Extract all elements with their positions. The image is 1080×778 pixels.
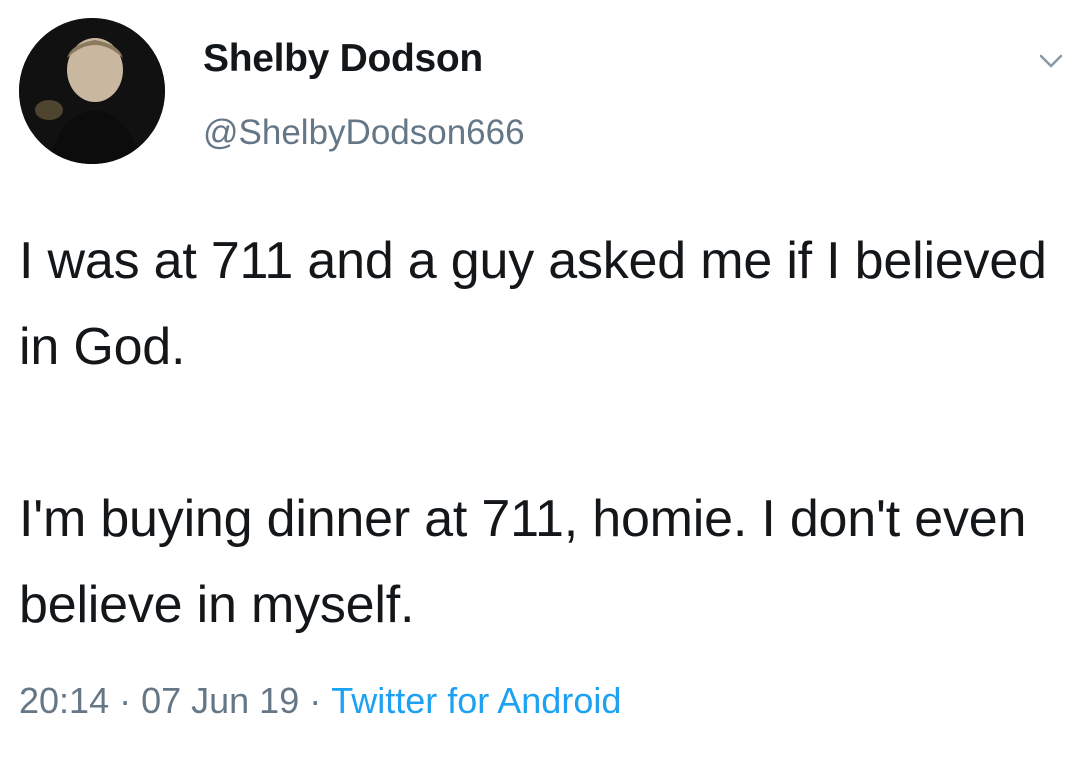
tweet-paragraph: I was at 711 and a guy asked me if I bel… bbox=[19, 232, 1047, 376]
tweet-time[interactable]: 20:14 bbox=[19, 680, 109, 721]
tweet-source-link[interactable]: Twitter for Android bbox=[331, 680, 621, 721]
tweet-meta: 20:14 · 07 Jun 19 · Twitter for Android bbox=[19, 680, 621, 722]
tweet-paragraph: I'm buying dinner at 711, homie. I don't… bbox=[19, 490, 1027, 634]
tweet-card: Shelby Dodson @ShelbyDodson666 I was at … bbox=[0, 0, 1080, 778]
avatar-image bbox=[19, 18, 165, 164]
tweet-text: I was at 711 and a guy asked me if I bel… bbox=[19, 218, 1069, 648]
avatar[interactable] bbox=[19, 18, 165, 164]
meta-separator: · bbox=[119, 680, 132, 721]
author-handle[interactable]: @ShelbyDodson666 bbox=[203, 113, 525, 153]
meta-separator: · bbox=[309, 680, 322, 721]
tweet-date[interactable]: 07 Jun 19 bbox=[141, 680, 299, 721]
author-display-name[interactable]: Shelby Dodson bbox=[203, 37, 483, 81]
chevron-down-icon[interactable] bbox=[1034, 44, 1068, 78]
